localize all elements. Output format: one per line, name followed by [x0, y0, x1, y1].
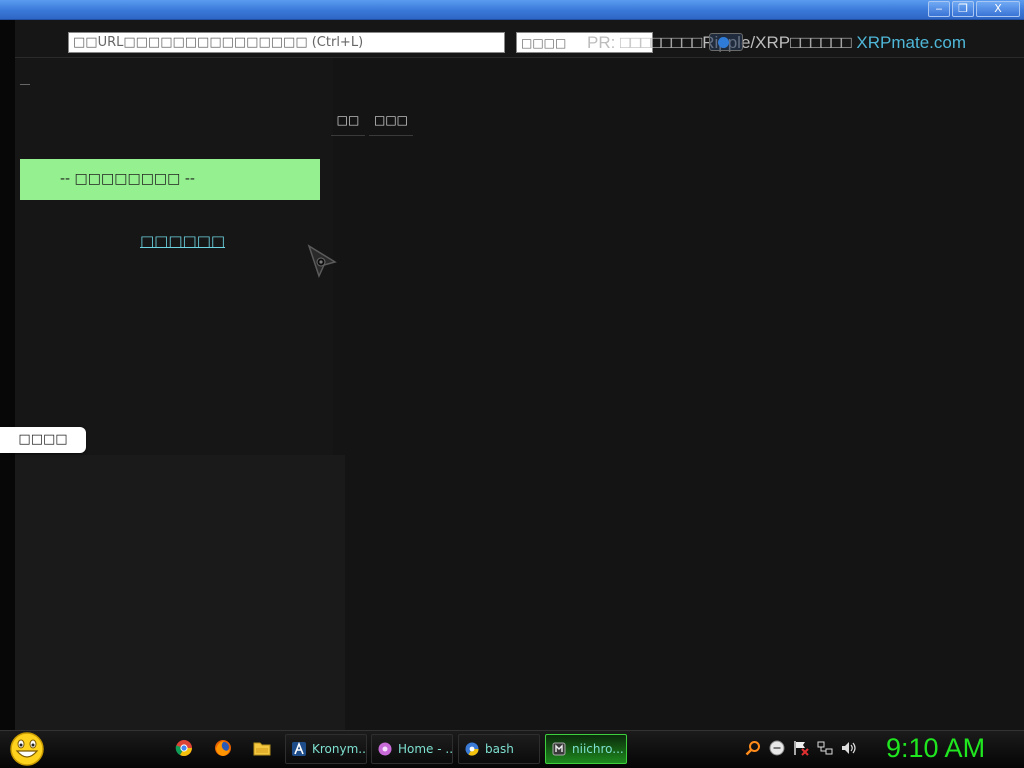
- task-label: niichro...: [572, 742, 624, 756]
- side-tab[interactable]: □□□□: [0, 427, 86, 453]
- url-input[interactable]: [68, 32, 505, 53]
- ripple-dot-icon: [718, 37, 729, 48]
- category-dropdown[interactable]: -- □□□□□□□□ --: [20, 159, 320, 200]
- task-home[interactable]: Home - ...: [371, 734, 453, 764]
- left-edge-strip: [0, 20, 15, 730]
- ripple-badge-icon[interactable]: [709, 33, 743, 51]
- clock[interactable]: 9:10 AM: [886, 733, 985, 764]
- chrome-icon[interactable]: [175, 739, 193, 757]
- task-bash[interactable]: bash: [458, 734, 540, 764]
- volume-icon[interactable]: [841, 740, 857, 756]
- tab-first[interactable]: □□: [331, 110, 365, 136]
- firefox-icon[interactable]: [214, 739, 232, 757]
- mouse-cursor-icon: [307, 244, 337, 279]
- home-flower-icon: [378, 742, 392, 756]
- task-niichrome[interactable]: niichro...: [545, 734, 627, 764]
- task-kronym[interactable]: Kronym...: [285, 734, 367, 764]
- kronym-icon: [292, 742, 306, 756]
- task-label: Home - ...: [398, 742, 453, 756]
- niichrome-icon: [552, 742, 566, 756]
- close-button[interactable]: X: [976, 1, 1020, 17]
- restore-button[interactable]: ❐: [952, 1, 974, 17]
- left-panel-lower: [15, 455, 345, 730]
- chat-icon[interactable]: [769, 740, 785, 756]
- tab-second[interactable]: □□□: [369, 110, 413, 136]
- bash-icon: [465, 742, 479, 756]
- folder-icon[interactable]: [253, 739, 271, 757]
- window-title-bar: [0, 0, 1024, 20]
- pr-banner: PR: □□□□□□□□Ripple/XRP□□□□□□ XRPmate.com: [587, 33, 966, 53]
- minimize-button[interactable]: ‒: [928, 1, 950, 17]
- pr-banner-link[interactable]: XRPmate.com: [856, 33, 966, 52]
- task-label: bash: [485, 742, 514, 756]
- network-icon[interactable]: [817, 740, 833, 756]
- search-icon[interactable]: [745, 740, 761, 756]
- start-smiley-icon[interactable]: [8, 731, 46, 767]
- panel-divider-mark: [20, 84, 30, 85]
- panel-link[interactable]: □□□□□□: [140, 232, 225, 250]
- task-label: Kronym...: [312, 742, 367, 756]
- flag-icon[interactable]: [793, 740, 809, 756]
